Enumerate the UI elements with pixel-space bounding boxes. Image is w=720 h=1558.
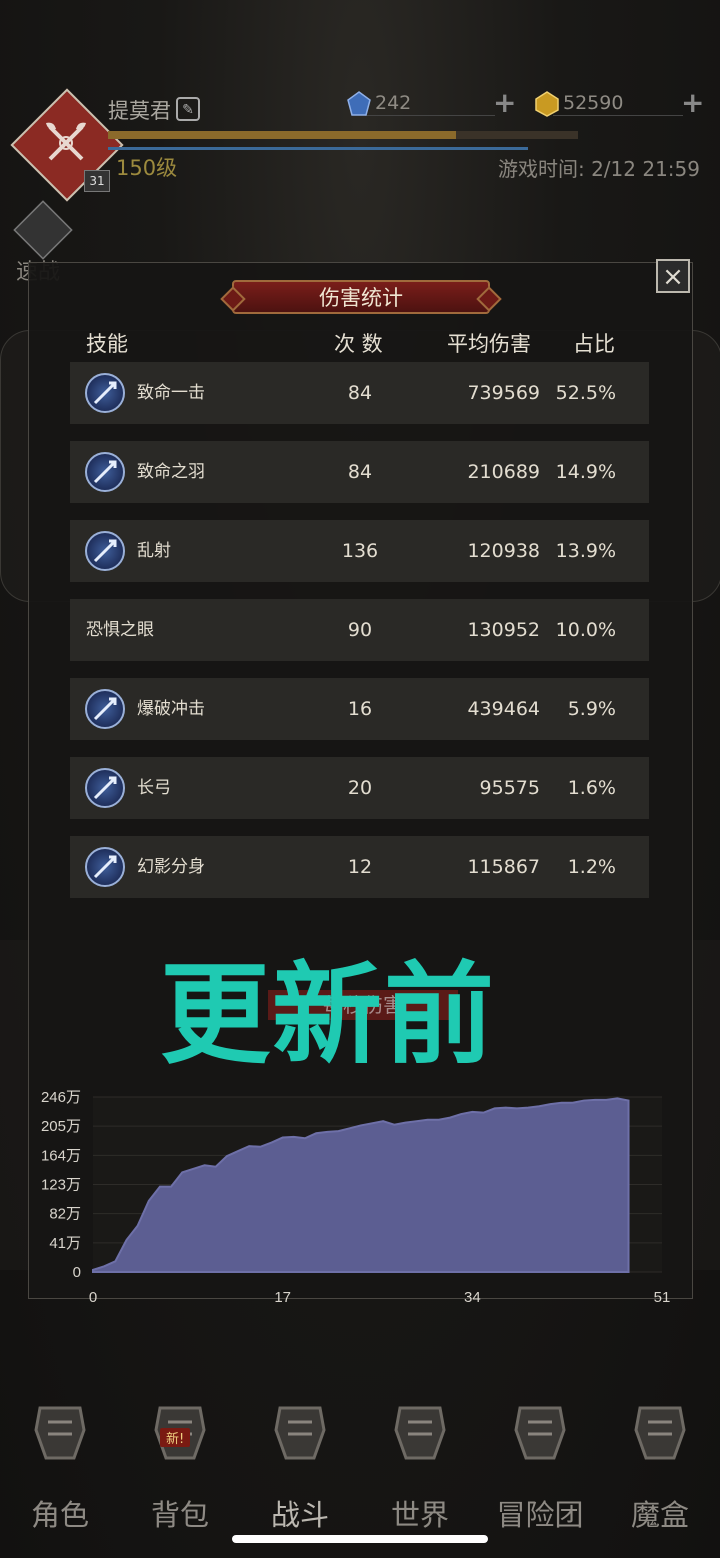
column-header-avg-damage: 平均伤害 [447,332,531,356]
nav-castle[interactable]: 冒险团 [480,1390,600,1540]
skill-count: 90 [347,619,373,641]
column-header-percent: 占比 [573,332,615,356]
blast-icon [85,689,125,729]
gold-value: 52590 [563,92,624,114]
y-tick-label: 246万 [41,1089,81,1106]
nav-label: 背包 [150,1498,209,1532]
skill-row[interactable]: 致命之羽 84 210689 14.9% [70,441,649,503]
y-tick-label: 41万 [49,1235,81,1252]
skill-percent: 14.9% [555,461,616,483]
skill-percent: 52.5% [555,382,616,404]
skill-avg-damage: 120938 [467,540,540,562]
stamina-bar [108,147,528,150]
player-name: 提莫君 [108,99,171,123]
skill-name: 致命之羽 [137,462,205,482]
x-tick-label: 0 [89,1289,97,1306]
home-indicator[interactable] [232,1535,488,1543]
battle-icon [270,1400,330,1466]
y-tick-label: 164万 [41,1147,81,1164]
y-tick-label: 123万 [41,1177,81,1194]
skill-name: 爆破冲击 [137,699,205,719]
nav-helmet[interactable]: 角色 [0,1390,120,1540]
skill-avg-damage: 739569 [467,382,540,404]
currency-crystal: 242 + [345,86,516,120]
skill-count: 84 [347,461,373,483]
crystal-value: 242 [375,92,412,114]
skill-avg-damage: 130952 [467,619,540,641]
skill-avg-damage: 115867 [467,856,540,878]
skill-row[interactable]: 恐惧之眼 90 130952 10.0% [70,599,649,661]
x-tick-label: 51 [654,1289,671,1306]
player-badge-level: 31 [84,170,110,192]
magic-box-icon [630,1400,690,1466]
xp-bar-fill [108,131,456,139]
skill-count: 16 [347,698,373,720]
nav-magic-box[interactable]: 魔盒 [600,1390,720,1540]
column-header-count: 次 数 [334,332,383,356]
overlay-watermark: 更新前 [160,951,496,1079]
currency-gold: 52590 + [533,86,704,120]
player-level: 150级 [116,156,178,180]
close-icon[interactable]: × [656,259,690,293]
game-time: 游戏时间: 2/12 21:59 [497,157,700,181]
skill-row[interactable]: 长弓 20 95575 1.6% [70,757,649,819]
blue-crystal-icon [347,91,371,116]
y-tick-label: 0 [73,1264,81,1281]
nav-label: 魔盒 [630,1498,689,1532]
longbow-icon [85,768,125,808]
y-tick-label: 205万 [41,1118,81,1135]
bottom-nav: 角色 新! 背包 战斗 世界 冒险团 魔盒 [0,1390,720,1550]
nav-world-map[interactable]: 世界 [360,1390,480,1540]
skill-avg-damage: 95575 [479,777,540,799]
nav-label: 冒险团 [496,1498,584,1532]
xp-bar [108,131,578,139]
skill-name: 恐惧之眼 [86,620,154,640]
skill-percent: 5.9% [567,698,616,720]
crossed-axes-icon [46,122,86,161]
world-map-icon [390,1400,450,1466]
phantom-icon [85,847,125,887]
skill-count: 20 [347,777,373,799]
dps-area-chart: 0 41万 82万 123万 164万 205万 246万 0 17 34 51 [41,1089,671,1306]
column-header-skill: 技能 [86,332,128,356]
nav-battle[interactable]: 战斗 [240,1390,360,1540]
skill-name: 长弓 [137,778,171,798]
skill-percent: 1.6% [567,777,616,799]
y-tick-label: 82万 [49,1206,81,1223]
skill-count: 136 [341,540,379,562]
skill-percent: 13.9% [555,540,616,562]
skill-row[interactable]: 幻影分身 12 115867 1.2% [70,836,649,898]
x-tick-label: 34 [464,1289,481,1306]
nav-label: 世界 [390,1498,449,1532]
helmet-icon [30,1400,90,1466]
skill-count: 84 [347,382,373,404]
x-tick-label: 17 [274,1289,291,1306]
skill-percent: 10.0% [555,619,616,641]
add-crystal-button[interactable]: + [493,86,516,119]
skill-row[interactable]: 乱射 136 120938 13.9% [70,520,649,582]
nav-backpack[interactable]: 新! 背包 [120,1390,240,1540]
skill-percent: 1.2% [567,856,616,878]
skill-name: 乱射 [137,541,171,561]
skill-avg-damage: 439464 [467,698,540,720]
new-badge: 新! [160,1428,191,1447]
nav-label: 角色 [30,1498,89,1532]
skill-row[interactable]: 爆破冲击 16 439464 5.9% [70,678,649,740]
skill-name: 幻影分身 [137,857,205,877]
multishot-icon [85,531,125,571]
gold-crystal-icon [535,91,559,117]
dialog-title: 伤害统计 [232,280,490,314]
feather-sword-icon [85,452,125,492]
skill-name: 致命一击 [137,383,205,403]
skill-avg-damage: 210689 [467,461,540,483]
add-gold-button[interactable]: + [681,86,704,119]
skill-count: 12 [347,856,373,878]
skill-row[interactable]: 致命一击 84 739569 52.5% [70,362,649,424]
castle-icon [510,1400,570,1466]
edit-name-icon[interactable]: ✎ [176,97,200,121]
sword-strike-icon [85,373,125,413]
nav-label: 战斗 [270,1498,329,1532]
